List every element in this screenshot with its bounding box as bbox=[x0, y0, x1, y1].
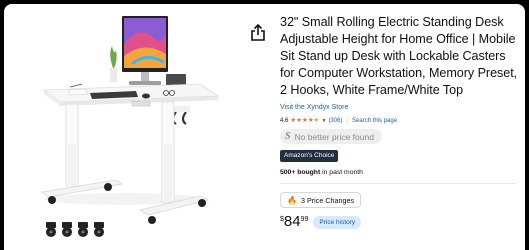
price-tracker-logo: S bbox=[285, 131, 291, 142]
chevron-down-icon[interactable]: ▼ bbox=[321, 117, 326, 125]
price-tracker-pill[interactable]: S No better price found bbox=[280, 129, 382, 144]
product-info: 32" Small Rolling Electric Standing Desk… bbox=[280, 14, 520, 230]
separator: | bbox=[346, 118, 349, 124]
store-link[interactable]: Visit the Xyndyx Store bbox=[280, 103, 520, 112]
product-card: 32" Small Rolling Electric Standing Desk… bbox=[4, 4, 525, 250]
flame-icon: 🔥 bbox=[287, 195, 297, 205]
share-icon[interactable] bbox=[250, 24, 266, 42]
screenshot-frame: 32" Small Rolling Electric Standing Desk… bbox=[0, 0, 529, 250]
price-history-button[interactable]: Price history bbox=[313, 216, 362, 229]
search-page-link[interactable]: Search this page bbox=[352, 117, 397, 125]
price-whole: 84 bbox=[283, 213, 301, 230]
rating-row: 4.6 ★ ★ ★ ★ ★ ▼ (306) | Search this page bbox=[280, 117, 520, 125]
bought-period: in past month bbox=[320, 169, 363, 176]
price-changes-label: 3 Price Changes bbox=[300, 195, 355, 205]
rating-value: 4.6 bbox=[280, 118, 289, 124]
half-star-icon: ★ bbox=[313, 117, 320, 124]
rating-count[interactable]: (306) bbox=[328, 117, 342, 125]
price-row: $ 84 99 Price history bbox=[280, 214, 520, 230]
star-rating[interactable]: ★ ★ ★ ★ ★ bbox=[290, 117, 319, 125]
product-title: 32" Small Rolling Electric Standing Desk… bbox=[280, 15, 518, 97]
amazons-choice-badge: Amazon's Choice bbox=[280, 150, 339, 162]
bought-in-past-month: 500+ bought in past month bbox=[280, 168, 520, 177]
price-tracker-text: No better price found bbox=[294, 131, 374, 142]
price-changes-button[interactable]: 🔥 3 Price Changes bbox=[280, 192, 362, 208]
product-image[interactable] bbox=[4, 4, 242, 250]
divider bbox=[280, 183, 516, 184]
desk-illustration bbox=[41, 16, 220, 237]
price-fraction: 99 bbox=[300, 216, 309, 223]
bought-count: 500+ bought bbox=[280, 169, 321, 176]
